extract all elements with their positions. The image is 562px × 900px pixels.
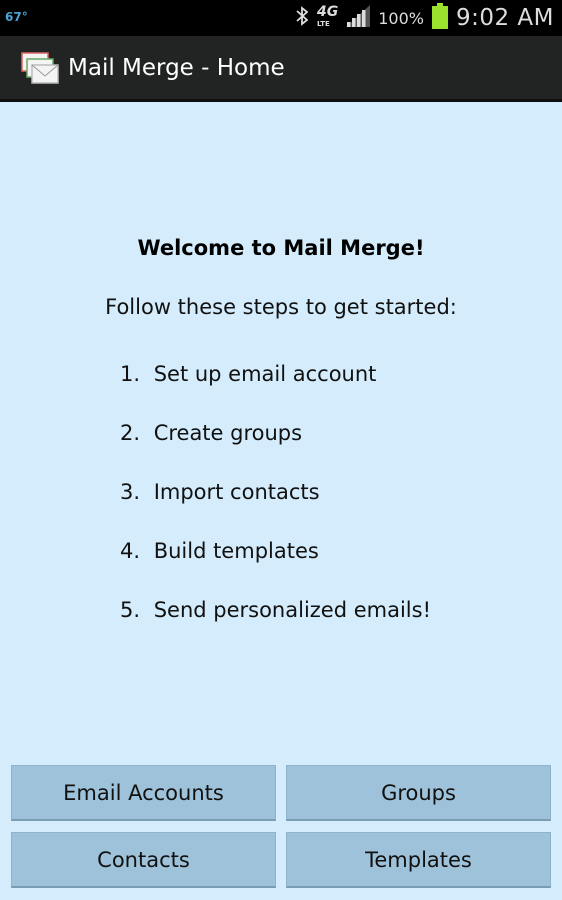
main-content: Welcome to Mail Merge! Follow these step… <box>0 102 562 900</box>
battery-percent: 100% <box>378 8 424 28</box>
step-text: Build templates <box>153 539 319 563</box>
step-number: 3. <box>120 480 141 504</box>
step-text: Set up email account <box>153 362 377 386</box>
temperature-indicator: 67° <box>5 10 28 24</box>
step-number: 4. <box>120 539 141 563</box>
page-title: Mail Merge - Home <box>68 55 285 81</box>
contacts-button[interactable]: Contacts <box>11 832 276 888</box>
step-text: Send personalized emails! <box>153 598 431 622</box>
bluetooth-icon <box>295 6 309 30</box>
step-item: 5. Send personalized emails! <box>120 598 431 622</box>
network-type-icon: 4G LTE <box>317 5 338 30</box>
welcome-subtitle: Follow these steps to get started: <box>105 295 457 319</box>
step-number: 5. <box>120 598 141 622</box>
step-item: 3. Import contacts <box>120 480 320 504</box>
step-text: Create groups <box>153 421 303 445</box>
step-text: Import contacts <box>153 480 320 504</box>
action-bar: Mail Merge - Home <box>0 36 562 102</box>
status-bar: 67° 4G LTE 100% 9:02 AM <box>0 0 562 36</box>
step-item: 1. Set up email account <box>120 362 376 386</box>
step-number: 2. <box>120 421 141 445</box>
templates-button[interactable]: Templates <box>286 832 551 888</box>
step-item: 2. Create groups <box>120 421 302 445</box>
clock: 9:02 AM <box>455 5 554 31</box>
groups-button[interactable]: Groups <box>286 765 551 821</box>
welcome-heading: Welcome to Mail Merge! <box>137 236 425 260</box>
email-accounts-button[interactable]: Email Accounts <box>11 765 276 821</box>
step-item: 4. Build templates <box>120 539 319 563</box>
step-number: 1. <box>120 362 141 386</box>
battery-icon <box>431 3 448 33</box>
status-icons: 4G LTE 100% 9:02 AM <box>295 0 554 36</box>
app-envelopes-icon[interactable] <box>20 51 60 87</box>
signal-icon <box>346 5 371 31</box>
